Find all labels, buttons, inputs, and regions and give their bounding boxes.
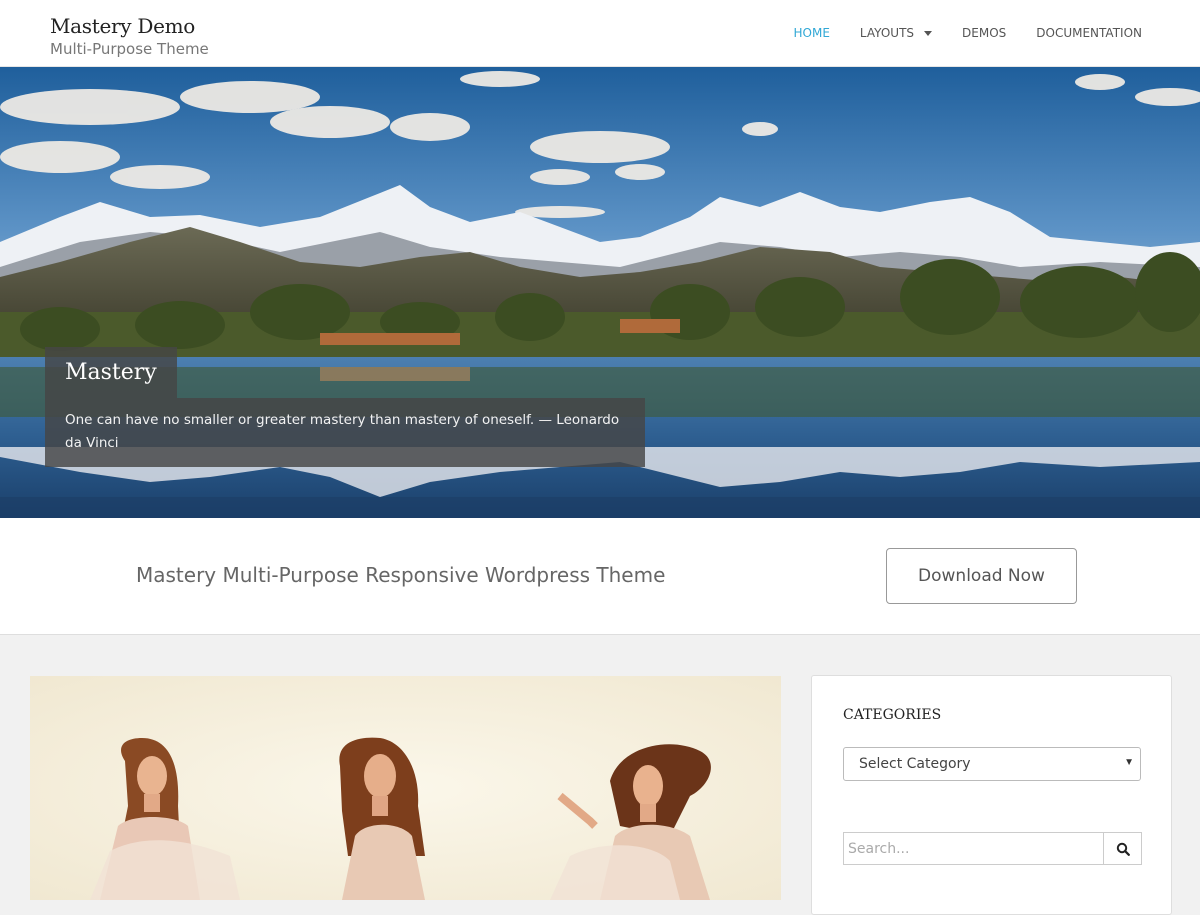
nav-item-home[interactable]: HOME xyxy=(794,26,830,40)
nav-item-label: DEMOS xyxy=(962,26,1007,40)
hero-title-box: Mastery xyxy=(45,347,177,398)
nav-item-layouts[interactable]: LAYOUTS xyxy=(859,26,933,40)
chevron-down-icon: ▼ xyxy=(1124,757,1134,768)
nav-item-label: LAYOUTS xyxy=(859,26,915,40)
nav-item-label: HOME xyxy=(793,26,830,40)
site-branding[interactable]: Mastery Demo Multi-Purpose Theme xyxy=(50,14,209,59)
site-title[interactable]: Mastery Demo xyxy=(50,14,209,38)
hero-quote: One can have no smaller or greater maste… xyxy=(65,412,620,451)
call-to-action: Mastery Multi-Purpose Responsive Wordpre… xyxy=(0,518,1200,635)
hero-slider: Mastery One can have no smaller or great… xyxy=(0,67,1200,518)
search-icon xyxy=(1116,842,1130,856)
fashion-image xyxy=(30,676,781,900)
category-select[interactable]: Select Category ▼ xyxy=(843,747,1141,781)
hero-caption-box: One can have no smaller or greater maste… xyxy=(45,398,645,467)
featured-post-image[interactable] xyxy=(30,676,781,900)
nav-item-label: DOCUMENTATION xyxy=(1036,26,1142,40)
widget-title: CATEGORIES xyxy=(843,707,942,723)
nav-item-documentation[interactable]: DOCUMENTATION xyxy=(1036,26,1142,40)
cta-text: Mastery Multi-Purpose Responsive Wordpre… xyxy=(136,563,666,587)
search-button[interactable] xyxy=(1103,832,1142,865)
categories-widget: CATEGORIES Select Category ▼ xyxy=(811,675,1172,915)
site-tagline: Multi-Purpose Theme xyxy=(50,40,209,58)
category-select-value: Select Category xyxy=(859,756,971,772)
search-form xyxy=(843,832,1142,865)
site-header: Mastery Demo Multi-Purpose Theme HOME LA… xyxy=(0,0,1200,67)
hero-title: Mastery xyxy=(65,360,157,385)
nav-item-demos[interactable]: DEMOS xyxy=(962,26,1006,40)
caret-down-icon xyxy=(924,30,933,36)
download-now-button[interactable]: Download Now xyxy=(886,548,1077,604)
main-navigation: HOME LAYOUTS DEMOS DOCUMENTATION xyxy=(764,0,1142,66)
search-input[interactable] xyxy=(843,832,1103,865)
